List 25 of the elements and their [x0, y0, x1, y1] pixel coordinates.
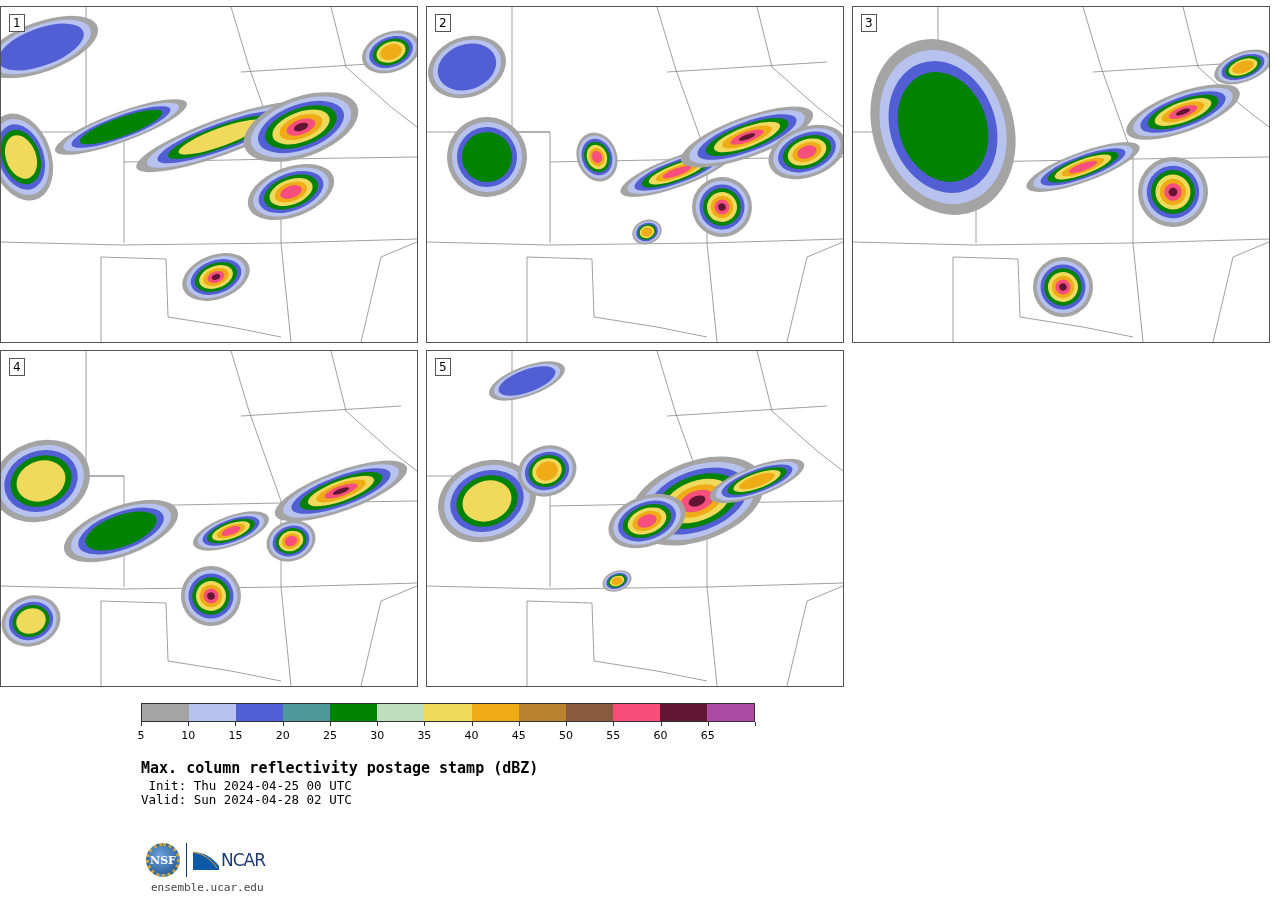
tick-label: 10: [181, 729, 196, 742]
nsf-logo: NSF: [146, 843, 180, 877]
tick-label: 25: [322, 729, 337, 742]
swoosh-icon: [193, 850, 219, 870]
plot-title: Max. column reflectivity postage stamp (dBZ): [141, 759, 540, 777]
tick-label: 15: [228, 729, 243, 742]
website-url: ensemble.ucar.edu: [151, 881, 265, 894]
ncar-logo-text: NCAR: [221, 850, 266, 870]
tick-label: 60: [653, 729, 668, 742]
tick-label: 5: [137, 729, 145, 742]
tick-label: 20: [275, 729, 290, 742]
tick-label: 35: [417, 729, 432, 742]
tick-label: 45: [511, 729, 526, 742]
panel-number-label: 3: [861, 14, 877, 32]
panel-number-label: 2: [435, 14, 451, 32]
tick-label: 50: [559, 729, 574, 742]
panel-number-label: 5: [435, 358, 451, 376]
tick-label: 30: [370, 729, 385, 742]
panel-number-label: 1: [9, 14, 25, 32]
tick-label: 40: [464, 729, 479, 742]
panel-number-label: 4: [9, 358, 25, 376]
tick-label: 55: [606, 729, 621, 742]
init-time-text: Init: Thu 2024-04-25 00 UTC: [147, 779, 353, 793]
tick-label: 65: [700, 729, 715, 742]
valid-time-text: Valid: Sun 2024-04-28 02 UTC: [141, 793, 353, 807]
